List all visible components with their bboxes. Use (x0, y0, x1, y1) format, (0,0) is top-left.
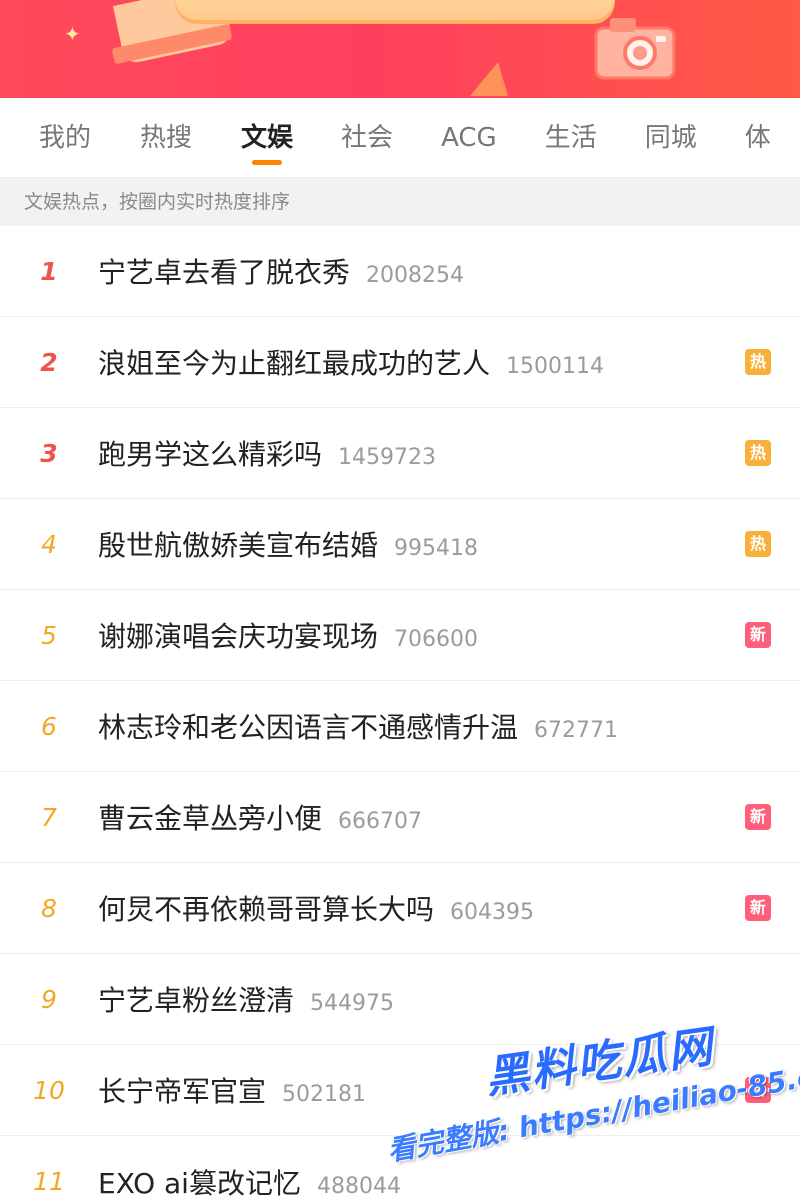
decor-triangle (470, 62, 508, 96)
list-item[interactable]: 1 宁艺卓去看了脱衣秀 2008254 (0, 226, 800, 317)
rank-number: 1 (40, 256, 58, 286)
topic: 浪姐至今为止翻红最成功的艺人 1500114 (98, 342, 604, 382)
list-description: 文娱热点，按圈内实时热度排序 (0, 178, 800, 226)
topic-title[interactable]: EXO ai篡改记忆 (98, 1162, 301, 1200)
topic-title[interactable]: 殷世航傲娇美宣布结婚 (98, 524, 378, 564)
list-item[interactable]: 2 浪姐至今为止翻红最成功的艺人 1500114 热 (0, 317, 800, 408)
topic-title[interactable]: 宁艺卓粉丝澄清 (98, 979, 294, 1019)
tab-entertainment[interactable]: 文娱 (241, 98, 293, 177)
rank-number: 11 (33, 1167, 65, 1196)
rank-number: 2 (40, 347, 58, 377)
heat-count: 995418 (394, 536, 478, 561)
new-badge: 新 (745, 804, 771, 830)
topic: EXO ai篡改记忆 488044 (98, 1162, 401, 1200)
topic: 殷世航傲娇美宣布结婚 995418 (98, 524, 478, 564)
tab-acg[interactable]: ACG (441, 98, 497, 177)
topic: 谢娜演唱会庆功宴现场 706600 (98, 615, 478, 655)
rank-number: 7 (41, 802, 57, 832)
sparkle-icon: ✦ (64, 22, 81, 46)
camera-icon (594, 18, 676, 80)
topic-title[interactable]: 宁艺卓去看了脱衣秀 (98, 251, 350, 291)
hot-badge: 热 (745, 531, 771, 557)
tab-local[interactable]: 同城 (645, 98, 697, 177)
rank-number: 5 (41, 620, 57, 650)
rank-number: 10 (33, 1075, 65, 1105)
topic-title[interactable]: 长宁帝军官宣 (98, 1070, 266, 1110)
hot-badge: 热 (745, 440, 771, 466)
heat-count: 502181 (282, 1082, 366, 1107)
rank-number: 4 (41, 529, 57, 559)
list-item[interactable]: 11 EXO ai篡改记忆 488044 (0, 1136, 800, 1200)
heat-count: 706600 (394, 627, 478, 652)
hot-list: 1 宁艺卓去看了脱衣秀 2008254 2 浪姐至今为止翻红最成功的艺人 150… (0, 226, 800, 1200)
topic-title[interactable]: 跑男学这么精彩吗 (98, 433, 322, 473)
topic: 宁艺卓粉丝澄清 544975 (98, 979, 394, 1019)
topic-title[interactable]: 曹云金草丛旁小便 (98, 797, 322, 837)
heat-count: 544975 (310, 991, 394, 1016)
heat-count: 1500114 (506, 354, 604, 379)
list-item[interactable]: 10 长宁帝军官宣 502181 新 (0, 1045, 800, 1136)
tab-mine[interactable]: 我的 (39, 98, 91, 177)
topic-title[interactable]: 浪姐至今为止翻红最成功的艺人 (98, 342, 490, 382)
list-item[interactable]: 3 跑男学这么精彩吗 1459723 热 (0, 408, 800, 499)
header-banner: ✦ (0, 0, 800, 98)
heat-count: 604395 (450, 900, 534, 925)
list-item[interactable]: 8 何炅不再依赖哥哥算长大吗 604395 新 (0, 863, 800, 954)
topic: 长宁帝军官宣 502181 (98, 1070, 366, 1110)
topic: 曹云金草丛旁小便 666707 (98, 797, 422, 837)
topic-title[interactable]: 何炅不再依赖哥哥算长大吗 (98, 888, 434, 928)
heat-count: 2008254 (366, 263, 464, 288)
rank-number: 3 (40, 438, 58, 468)
topic: 何炅不再依赖哥哥算长大吗 604395 (98, 888, 534, 928)
heat-count: 488044 (316, 1173, 401, 1199)
heat-count: 666707 (338, 809, 422, 834)
topic-title[interactable]: 谢娜演唱会庆功宴现场 (98, 615, 378, 655)
list-item[interactable]: 7 曹云金草丛旁小便 666707 新 (0, 772, 800, 863)
list-item[interactable]: 4 殷世航傲娇美宣布结婚 995418 热 (0, 499, 800, 590)
list-item[interactable]: 6 林志玲和老公因语言不通感情升温 672771 (0, 681, 800, 772)
rank-number: 9 (41, 984, 57, 1014)
list-item[interactable]: 5 谢娜演唱会庆功宴现场 706600 新 (0, 590, 800, 681)
rank-number: 8 (41, 893, 57, 923)
new-badge: 新 (745, 622, 771, 648)
tab-life[interactable]: 生活 (545, 98, 597, 177)
hot-badge: 热 (745, 349, 771, 375)
rank-number: 6 (41, 711, 57, 741)
topic-title[interactable]: 林志玲和老公因语言不通感情升温 (98, 706, 518, 746)
tab-sports[interactable]: 体 (745, 98, 771, 177)
category-tabs: 我的 热搜 文娱 社会 ACG 生活 同城 体 (0, 98, 800, 178)
topic: 林志玲和老公因语言不通感情升温 672771 (98, 706, 618, 746)
tab-hot-search[interactable]: 热搜 (140, 98, 192, 177)
list-item[interactable]: 9 宁艺卓粉丝澄清 544975 (0, 954, 800, 1045)
banner-title-graphic (175, 0, 615, 20)
heat-count: 672771 (534, 718, 618, 743)
topic: 跑男学这么精彩吗 1459723 (98, 433, 436, 473)
new-badge: 新 (745, 895, 771, 921)
topic: 宁艺卓去看了脱衣秀 2008254 (98, 251, 464, 291)
new-badge: 新 (745, 1077, 771, 1103)
heat-count: 1459723 (338, 445, 436, 470)
tab-society[interactable]: 社会 (341, 98, 393, 177)
